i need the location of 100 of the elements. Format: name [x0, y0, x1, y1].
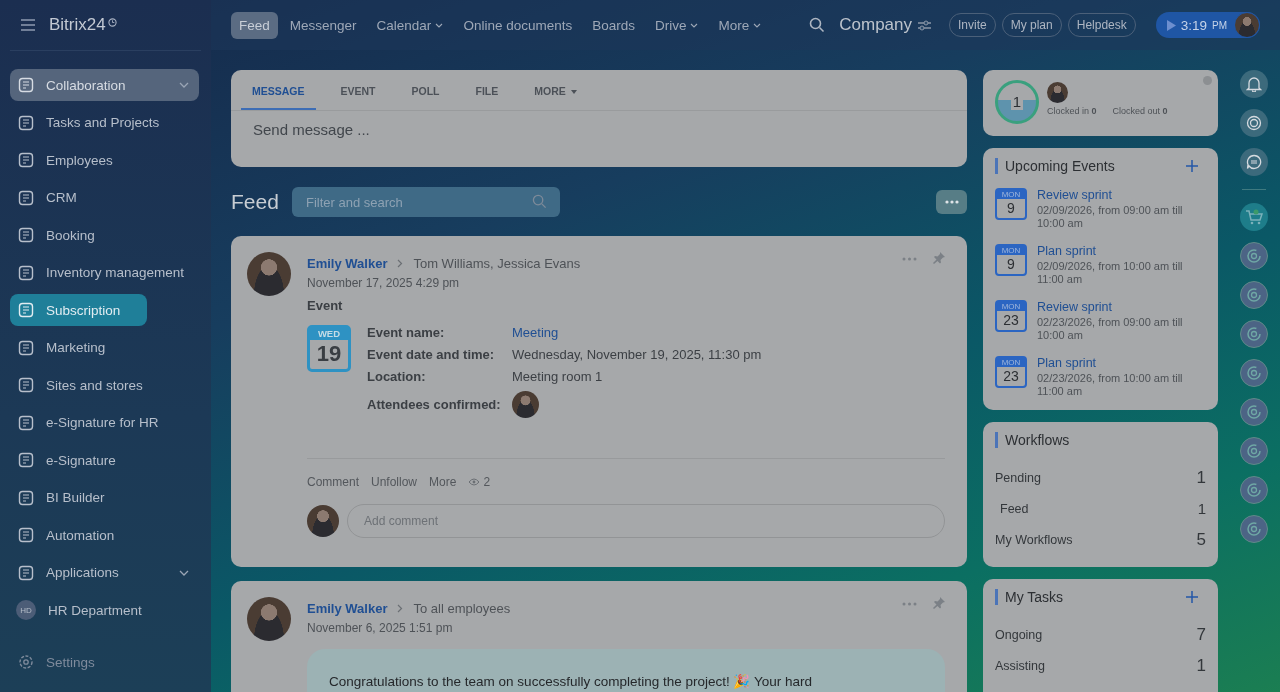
workflow-row[interactable]: Pending 1 [995, 462, 1206, 493]
sidebar-item[interactable]: e-Signature for HR [10, 406, 199, 439]
calendar-date-icon: MON 9 [995, 244, 1027, 276]
more-dots-icon [944, 200, 959, 204]
outline-square-icon [18, 489, 34, 506]
sidebar-item[interactable]: Subscription [10, 294, 147, 326]
event-link[interactable]: Review sprint [1037, 300, 1206, 314]
cart-icon[interactable] [1240, 203, 1268, 231]
event-time: 02/09/2026, from 10:00 am till 11:00 am [1037, 260, 1184, 286]
task-row[interactable]: Assisting 1 [995, 650, 1206, 681]
sidebar-item[interactable]: Automation [10, 519, 199, 551]
author-link[interactable]: Emily Walker [307, 256, 388, 271]
nav-tab[interactable]: Feed [231, 11, 278, 39]
avatar-icon[interactable] [512, 391, 539, 418]
task-row[interactable]: Ongoing 7 [995, 619, 1206, 650]
outline-square-icon [18, 227, 34, 243]
sidebar-item[interactable]: Sites and stores [10, 369, 199, 401]
outline-square-icon [18, 414, 34, 431]
sidebar-item[interactable]: Collaboration [10, 69, 199, 101]
app-icon[interactable] [1240, 437, 1268, 465]
more-dots-icon[interactable] [902, 602, 917, 606]
outline-square-icon [18, 339, 34, 356]
author-link[interactable]: Emily Walker [307, 601, 388, 616]
composer-tab[interactable]: POLL [400, 70, 451, 110]
sidebar-item[interactable]: CRM [10, 181, 199, 214]
feed-title: Feed [231, 190, 280, 214]
composer-tab[interactable]: FILE [464, 70, 510, 110]
sidebar-item[interactable]: BI Builder [10, 481, 199, 514]
bell-icon[interactable] [1240, 70, 1268, 98]
logo-text[interactable]: Bitrix24 [49, 15, 106, 35]
nav-tab[interactable]: Messenger [281, 11, 365, 39]
chat-icon[interactable] [1240, 148, 1268, 176]
filter-field[interactable]: Filter and search [292, 187, 560, 217]
clock-button[interactable]: 3:19 PM [1155, 12, 1261, 38]
composer-tab[interactable]: MESSAGE [241, 70, 316, 110]
sidebar-item[interactable]: Inventory management [10, 256, 199, 289]
outline-square-icon [18, 302, 34, 318]
company-name[interactable]: Company [839, 15, 912, 35]
sidebar-item[interactable]: Marketing [10, 331, 199, 364]
outline-square-icon [18, 264, 34, 281]
post-action-link[interactable]: Comment [307, 475, 359, 489]
sliders-icon[interactable] [918, 19, 931, 31]
app-icon[interactable] [1240, 359, 1268, 387]
event-link[interactable]: Review sprint [1037, 188, 1206, 202]
outline-square-icon [18, 527, 34, 543]
nav-tab[interactable]: Calendar [368, 11, 452, 39]
workflow-row[interactable]: My Workflows 5 [995, 524, 1206, 555]
event-link[interactable]: Plan sprint [1037, 244, 1206, 258]
composer-tab[interactable]: MORE [523, 70, 588, 110]
pin-icon[interactable] [933, 597, 945, 609]
post-action-link[interactable]: Unfollow [371, 475, 418, 489]
field-label: Event date and time: [367, 347, 496, 362]
message-field[interactable]: Send message ... [251, 120, 918, 139]
comment-field[interactable]: Add comment [347, 504, 945, 538]
app-icon[interactable] [1240, 281, 1268, 309]
workflow-row[interactable]: Feed 1 [995, 493, 1206, 524]
avatar-icon[interactable] [247, 252, 291, 296]
app-icon[interactable] [1240, 242, 1268, 270]
pin-icon[interactable] [933, 252, 945, 264]
nav-tab[interactable]: Drive [646, 11, 707, 39]
sidebar-item[interactable]: Booking [10, 219, 199, 251]
app-icon[interactable] [1240, 320, 1268, 348]
app-icon[interactable] [1240, 398, 1268, 426]
add-icon[interactable] [1186, 591, 1198, 603]
sidebar-item[interactable]: Applications [10, 556, 199, 589]
event-link[interactable]: Meeting [512, 325, 762, 340]
add-icon[interactable] [1186, 160, 1198, 172]
post-action-link[interactable]: More [429, 475, 457, 489]
eye-icon [468, 478, 481, 486]
widget-title: Upcoming Events [1005, 158, 1115, 174]
app-icon[interactable] [1240, 515, 1268, 543]
caret-icon [753, 23, 762, 28]
sidebar-item[interactable]: Tasks and Projects [10, 106, 199, 139]
calendar-date-icon: WED 19 [307, 325, 351, 372]
field-label: Event name: [367, 325, 446, 340]
settings-icon [18, 654, 34, 670]
outline-square-icon [18, 564, 34, 581]
calendar-date-icon: MON 23 [995, 300, 1027, 332]
employee-count-gauge: 1 [995, 80, 1039, 124]
avatar-icon[interactable] [247, 597, 291, 641]
outline-square-icon [18, 189, 34, 206]
sidebar-item[interactable]: Employees [10, 144, 199, 176]
more-button[interactable] [936, 190, 967, 214]
avatar-icon[interactable] [1234, 12, 1261, 38]
more-dots-icon[interactable] [902, 257, 917, 261]
nav-tab[interactable]: Online documents [455, 11, 581, 39]
nav-tab[interactable]: More [710, 11, 770, 39]
app-icon[interactable] [1240, 476, 1268, 504]
event-link[interactable]: Plan sprint [1037, 356, 1206, 370]
outline-square-icon [18, 114, 34, 131]
nav-tab[interactable]: Boards [584, 11, 643, 39]
menu-icon[interactable] [20, 18, 36, 32]
composer-tab[interactable]: EVENT [329, 70, 387, 110]
search-icon[interactable] [809, 17, 826, 33]
settings-item[interactable]: Settings [10, 654, 201, 670]
play-icon [1166, 19, 1176, 31]
chevron-icon [179, 569, 189, 576]
sidebar-item[interactable]: e-Signature [10, 444, 199, 476]
sidebar-item[interactable]: HD HR Department [10, 594, 199, 626]
recipients-text: Tom Williams, Jessica Evans [413, 256, 581, 271]
